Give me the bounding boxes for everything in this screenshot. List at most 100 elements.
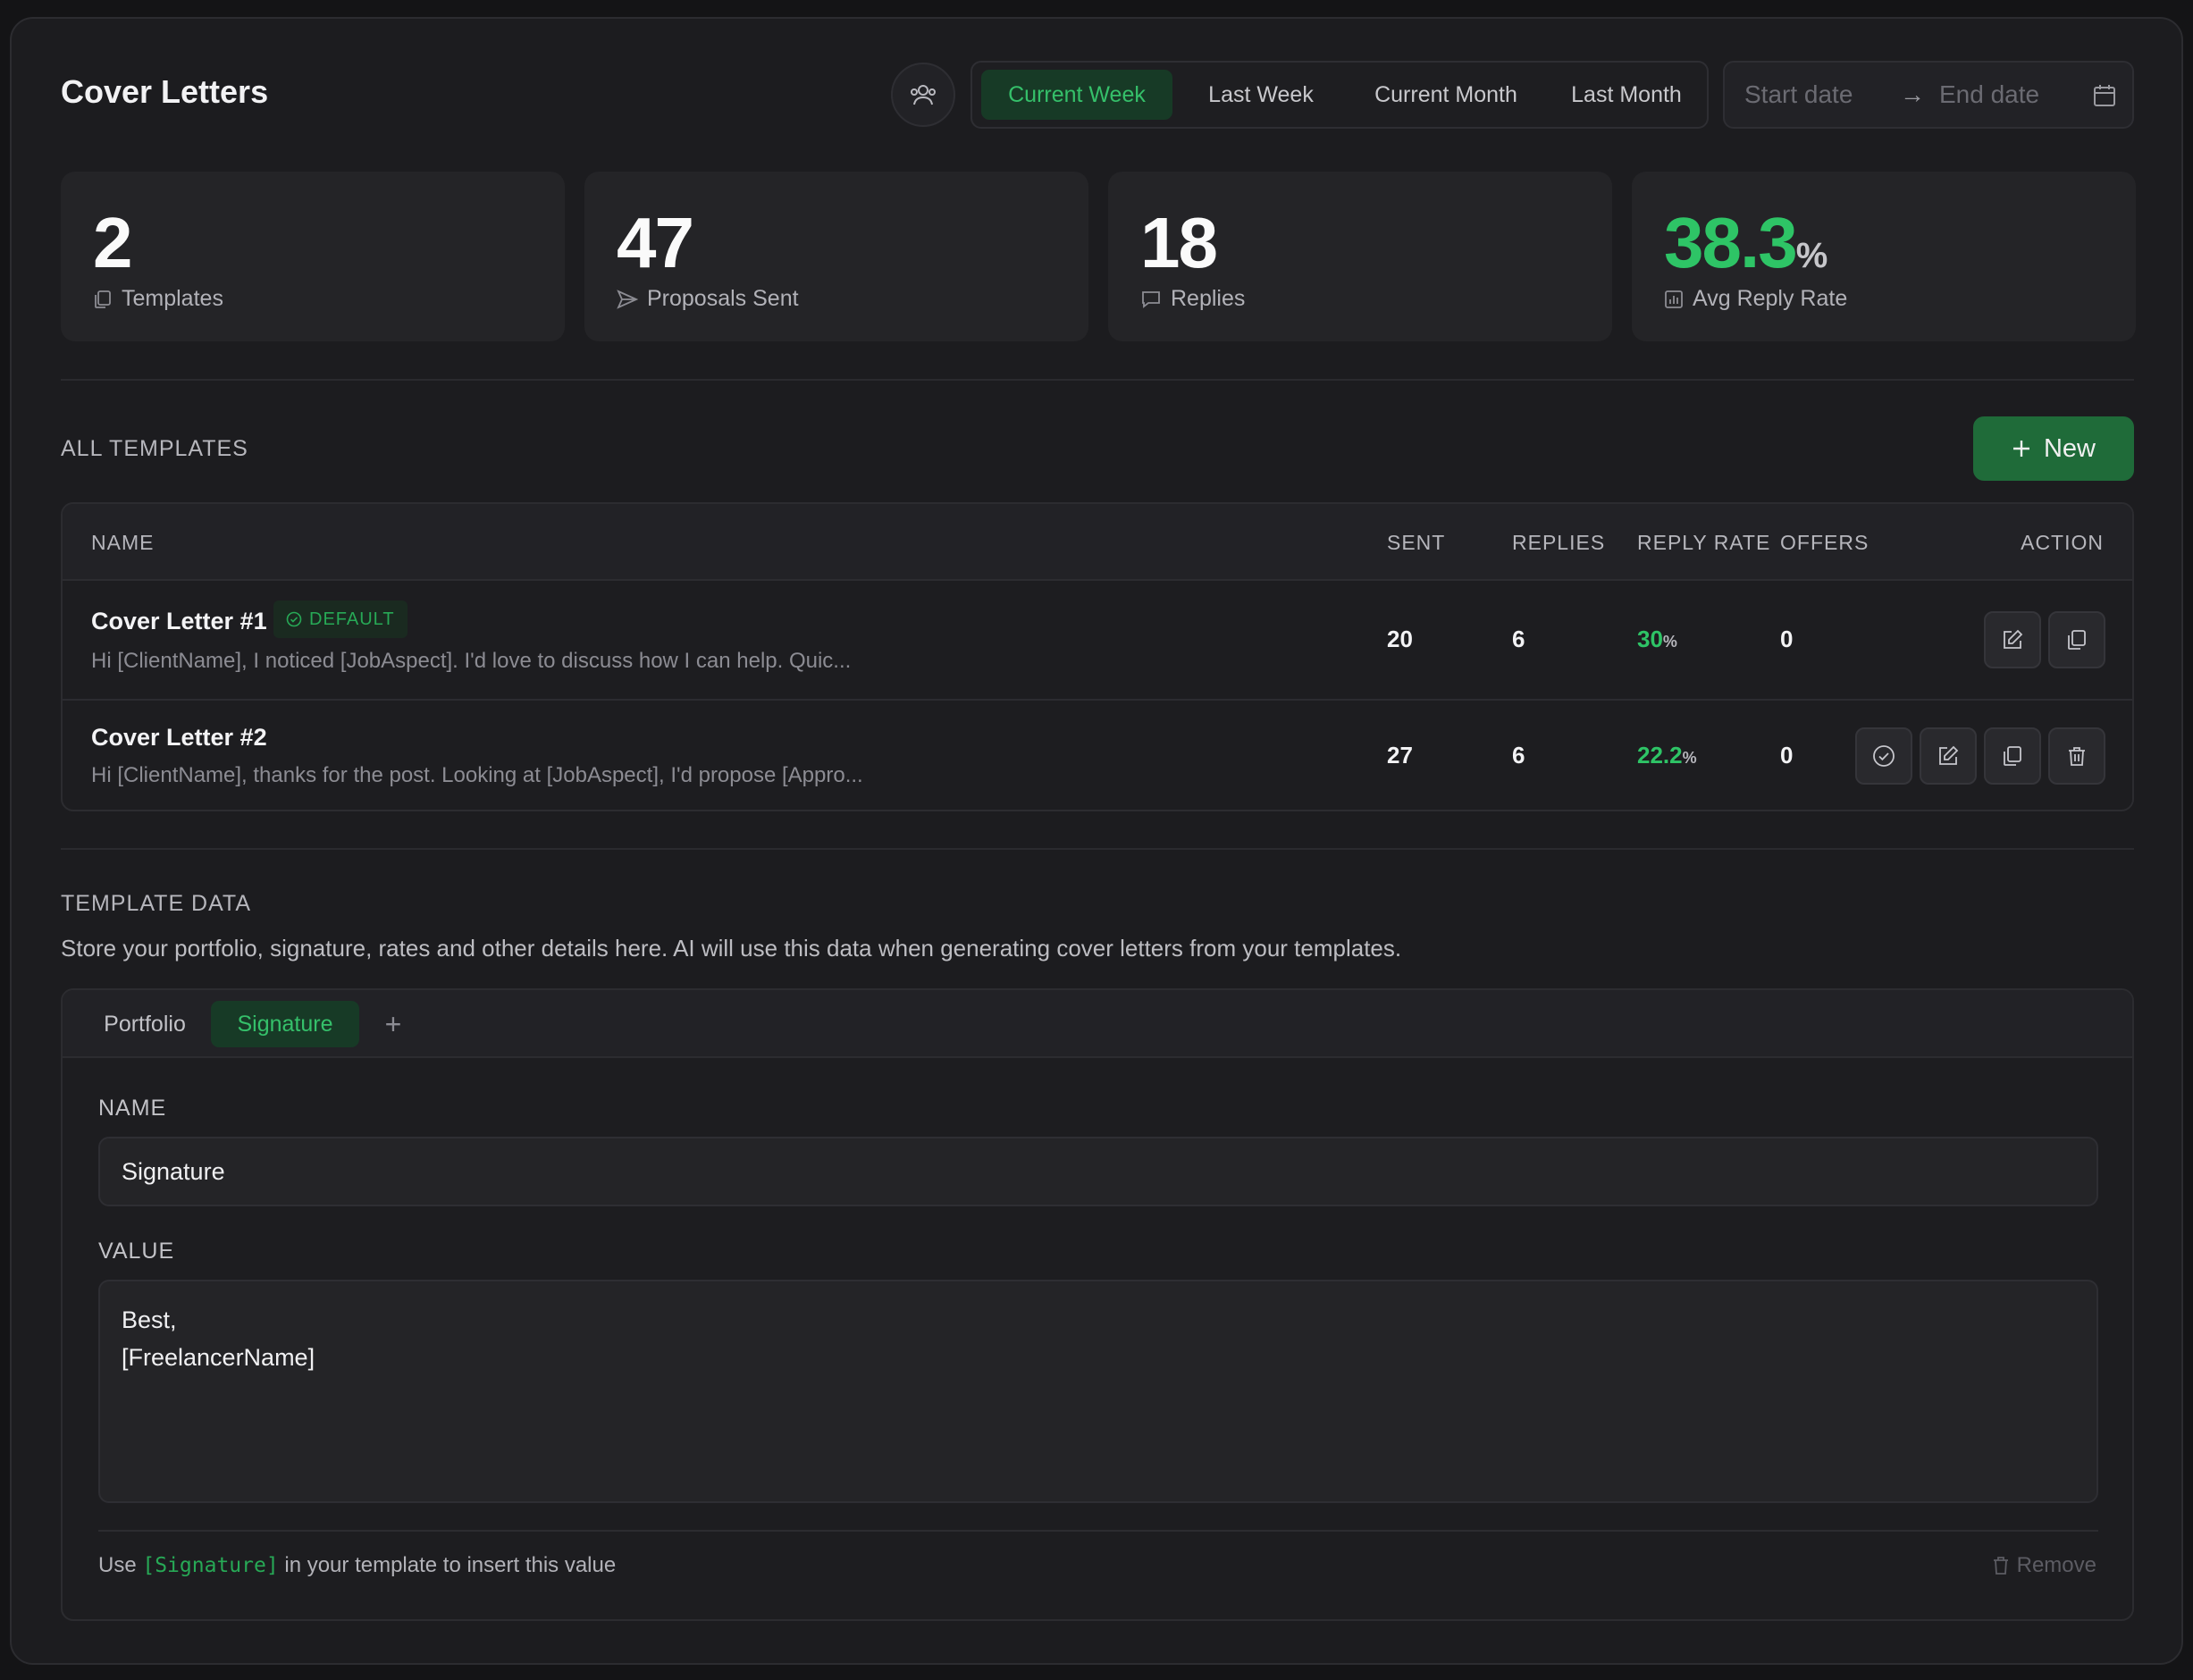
tab-current-month[interactable]: Current Month (1348, 70, 1544, 120)
stat-card-proposals-sent: 47 Proposals Sent (584, 172, 1088, 341)
reply-rate-number: 30 (1637, 626, 1663, 652)
end-date-input[interactable]: End date (1939, 80, 2039, 109)
template-preview: Hi [ClientName], thanks for the post. Lo… (91, 763, 863, 787)
stat-value: 47 (617, 203, 694, 282)
stat-value: 38.3% (1664, 202, 1828, 284)
column-header-reply-rate[interactable]: REPLY RATE (1637, 531, 1770, 555)
edit-icon (2004, 629, 2023, 649)
check-circle-icon (286, 611, 302, 627)
template-name[interactable]: Cover Letter #1 (91, 608, 267, 635)
column-header-offers[interactable]: OFFERS (1780, 531, 1869, 555)
trash-icon (1993, 1557, 2008, 1575)
team-filter-button[interactable] (891, 63, 955, 127)
column-header-sent[interactable]: SENT (1387, 531, 1445, 555)
template-data-panel: Portfolio Signature + NAME VALUE Best, [… (61, 988, 2134, 1621)
template-preview: Hi [ClientName], I noticed [JobAspect]. … (91, 649, 852, 673)
send-icon (617, 289, 638, 309)
stat-label: Avg Reply Rate (1693, 286, 1848, 311)
stat-label-row: Avg Reply Rate (1664, 286, 1847, 312)
hint-suffix: in your template to insert this value (284, 1553, 617, 1577)
template-name[interactable]: Cover Letter #2 (91, 724, 267, 752)
reply-rate-value: 30% (1637, 626, 1677, 653)
copy-icon (95, 290, 111, 308)
remove-button[interactable]: Remove (1992, 1553, 2096, 1578)
value-field-label: VALUE (98, 1239, 175, 1264)
duplicate-button[interactable] (2048, 611, 2105, 668)
set-default-button[interactable] (1855, 727, 1912, 785)
stat-value: 18 (1140, 203, 1218, 282)
templates-heading: ALL TEMPLATES (61, 436, 248, 461)
duplicate-button[interactable] (1984, 727, 2041, 785)
panel-divider (98, 1530, 2098, 1532)
column-header-name[interactable]: NAME (91, 531, 154, 555)
page-title: Cover Letters (61, 73, 269, 110)
reply-rate-value: 22.2% (1637, 742, 1697, 769)
reply-rate-unit: % (1682, 749, 1697, 767)
stat-label-row: Proposals Sent (617, 286, 799, 312)
edit-button[interactable] (1920, 727, 1977, 785)
hint-prefix: Use (98, 1553, 137, 1577)
template-data-description: Store your portfolio, signature, rates a… (61, 935, 1402, 962)
date-range-picker[interactable]: Start date → End date (1723, 61, 2134, 129)
users-icon (911, 85, 936, 105)
stat-label: Replies (1171, 286, 1246, 311)
reply-rate-number: 22.2 (1637, 742, 1683, 769)
edit-icon (1939, 745, 1959, 765)
stat-number: 38.3 (1664, 203, 1798, 282)
sent-value: 27 (1387, 742, 1413, 769)
replies-value: 6 (1512, 626, 1525, 652)
bar-chart-icon (1665, 290, 1683, 308)
tab-portfolio[interactable]: Portfolio (80, 1001, 209, 1047)
offers-value: 0 (1780, 626, 1794, 652)
name-field-label: NAME (98, 1096, 167, 1121)
copy-icon (2004, 746, 2021, 766)
section-divider (61, 379, 2134, 381)
column-header-action: ACTION (2021, 531, 2104, 554)
stat-label-row: Templates (93, 286, 223, 312)
stat-card-avg-reply-rate: 38.3% Avg Reply Rate (1632, 172, 2136, 341)
section-divider (61, 848, 2134, 850)
name-input[interactable] (98, 1137, 2098, 1206)
tab-current-week[interactable]: Current Week (981, 70, 1172, 120)
date-range-tabs: Current Week Last Week Current Month Las… (970, 61, 1709, 129)
stat-label-row: Replies (1140, 286, 1245, 312)
new-template-button[interactable]: New (1973, 416, 2134, 481)
arrow-right-icon: → (1900, 80, 1925, 108)
remove-label: Remove (2016, 1553, 2096, 1577)
stat-label: Proposals Sent (647, 286, 799, 311)
value-textarea[interactable]: Best, [FreelancerName] (98, 1280, 2098, 1503)
sent-value: 20 (1387, 626, 1413, 652)
stat-value: 2 (93, 203, 132, 282)
template-data-tabs: Portfolio Signature + (63, 990, 2132, 1058)
new-button-label: New (2043, 433, 2096, 463)
edit-button[interactable] (1984, 611, 2041, 668)
hint-placeholder-code: [Signature] (142, 1554, 279, 1577)
stat-card-replies: 18 Replies (1108, 172, 1612, 341)
table-row[interactable]: Cover Letter #2 Hi [ClientName], thanks … (63, 701, 2132, 810)
offers-value: 0 (1780, 742, 1794, 769)
usage-hint: Use [Signature] in your template to inse… (98, 1553, 616, 1578)
plus-icon (2012, 441, 2029, 457)
start-date-input[interactable]: Start date (1744, 80, 1853, 109)
tab-last-week[interactable]: Last Week (1183, 70, 1339, 120)
stat-label: Templates (122, 286, 223, 311)
badge-label: DEFAULT (309, 609, 395, 629)
tab-last-month[interactable]: Last Month (1551, 70, 1701, 120)
template-data-heading: TEMPLATE DATA (61, 891, 252, 916)
default-badge: DEFAULT (273, 601, 408, 638)
table-header: NAME SENT REPLIES REPLY RATE OFFERS ACTI… (63, 504, 2132, 581)
copy-icon (2068, 630, 2086, 650)
check-circle-icon (1873, 745, 1895, 767)
table-row[interactable]: Cover Letter #1 DEFAULT Hi [ClientName],… (63, 581, 2132, 699)
tab-signature[interactable]: Signature (211, 1001, 359, 1047)
delete-button[interactable] (2048, 727, 2105, 785)
add-tab-button[interactable]: + (370, 1001, 416, 1047)
trash-icon (2069, 747, 2085, 766)
chat-icon (1142, 290, 1160, 308)
templates-table: NAME SENT REPLIES REPLY RATE OFFERS ACTI… (61, 502, 2134, 811)
stat-unit: % (1795, 236, 1828, 275)
reply-rate-unit: % (1662, 633, 1677, 651)
replies-value: 6 (1512, 742, 1525, 769)
calendar-icon[interactable] (2093, 84, 2116, 107)
column-header-replies[interactable]: REPLIES (1512, 531, 1605, 555)
